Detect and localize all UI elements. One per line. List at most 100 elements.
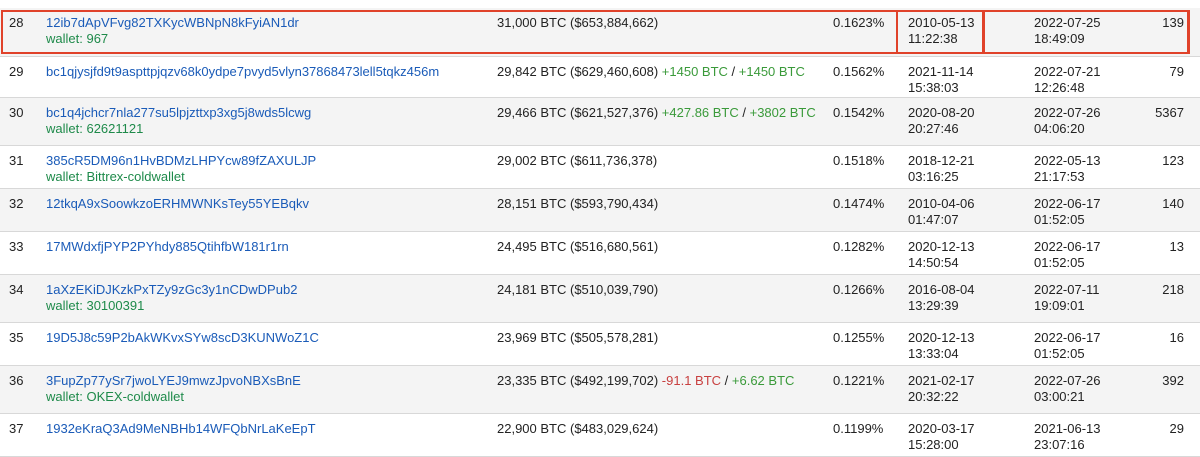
address-link[interactable]: 3FupZp77ySr7jwoLYEJ9mwzJpvoNBXsBnE xyxy=(46,373,301,388)
first-in-date: 2010-05-13 xyxy=(908,15,975,30)
percent-cell: 0.1542% xyxy=(833,105,885,120)
balance-cell: 31,000 BTC ($653,884,662) xyxy=(497,15,658,31)
rank-cell: 33 xyxy=(9,239,24,254)
last-in-date: 2022-06-17 xyxy=(1034,196,1101,211)
last-in-cell: 2022-07-25 18:49:09 xyxy=(1034,15,1101,47)
table-row: 34 1aXzEKiDJKzkPxTZy9zGc3y1nCDwDPub2 walle… xyxy=(0,275,1200,323)
rank-cell: 32 xyxy=(9,196,24,211)
last-in-time: 18:49:09 xyxy=(1034,31,1085,46)
table-row: 37 1932eKraQ3Ad9MeNBHb14WFQbNrLaKeEpT 22,9… xyxy=(0,414,1200,457)
address-cell: bc1qjysjfd9t9aspttpjqzv68k0ydpe7pvyd5vly… xyxy=(46,64,439,80)
balance-change-in: +6.62 BTC xyxy=(731,373,795,388)
rank-cell: 30 xyxy=(9,105,24,120)
last-in-time: 21:17:53 xyxy=(1034,169,1085,184)
balance-cell: 28,151 BTC ($593,790,434) xyxy=(497,196,658,212)
last-in-cell: 2022-07-11 19:09:01 xyxy=(1034,282,1100,314)
balance-value: 24,181 BTC ($510,039,790) xyxy=(497,282,659,297)
rank-cell: 31 xyxy=(9,153,24,168)
address-cell: 17MWdxfjPYP2PYhdy885QtihfbW181r1rn xyxy=(46,239,289,255)
balance-cell: 29,466 BTC ($621,527,376) +427.86 BTC / … xyxy=(497,105,816,121)
balance-value: 22,900 BTC ($483,029,624) xyxy=(497,421,659,436)
balance-cell: 23,969 BTC ($505,578,281) xyxy=(497,330,658,346)
first-in-date: 2020-12-13 xyxy=(908,239,975,254)
last-in-cell: 2022-06-17 01:52:05 xyxy=(1034,196,1101,228)
first-in-time: 14:50:54 xyxy=(908,255,959,270)
ins-count-cell: 29 xyxy=(1169,421,1184,436)
address-link[interactable]: bc1qjysjfd9t9aspttpjqzv68k0ydpe7pvyd5vly… xyxy=(46,64,439,79)
balance-change-in: +3802 BTC xyxy=(749,105,816,120)
percent-cell: 0.1562% xyxy=(833,64,885,79)
address-link[interactable]: 19D5J8c59P2bAkWKvxSYw8scD3KUNWoZ1C xyxy=(46,330,319,345)
wallet-label: wallet: 62621121 xyxy=(46,121,144,136)
percent-cell: 0.1255% xyxy=(833,330,885,345)
address-cell: 385cR5DM96n1HvBDMzLHPYcw89fZAXULJP wallet… xyxy=(46,153,316,185)
balance-change-out: -91.1 BTC xyxy=(661,373,722,388)
address-link[interactable]: bc1q4jchcr7nla277su5lpjzttxp3xg5j8wds5lc… xyxy=(46,105,311,120)
first-in-time: 15:38:03 xyxy=(908,80,959,95)
balance-value: 24,495 BTC ($516,680,561) xyxy=(497,239,659,254)
ins-count-cell: 13 xyxy=(1169,239,1184,254)
balance-cell: 29,002 BTC ($611,736,378) xyxy=(497,153,657,169)
table-row: 32 12tkqA9xSoowkzoERHMWNKsTey55YEBqkv 28,1… xyxy=(0,189,1200,232)
address-link[interactable]: 12ib7dApVFvg82TXKycWBNpN8kFyiAN1dr xyxy=(46,15,299,30)
ins-count-cell: 79 xyxy=(1169,64,1184,79)
balance-cell: 22,900 BTC ($483,029,624) xyxy=(497,421,658,437)
wallet-label: wallet: 30100391 xyxy=(46,298,145,313)
last-in-date: 2022-07-26 xyxy=(1034,373,1101,388)
first-in-time: 20:27:46 xyxy=(908,121,959,136)
balance-change-out: +1450 BTC xyxy=(661,64,728,79)
percent-cell: 0.1266% xyxy=(833,282,885,297)
last-in-time: 01:52:05 xyxy=(1034,212,1085,227)
rank-cell: 29 xyxy=(9,64,24,79)
first-in-cell: 2010-04-06 01:47:07 xyxy=(908,196,975,228)
last-in-date: 2022-05-13 xyxy=(1034,153,1101,168)
wallet-label: wallet: OKEX-coldwallet xyxy=(46,389,184,404)
address-link[interactable]: 1aXzEKiDJKzkPxTZy9zGc3y1nCDwDPub2 xyxy=(46,282,297,297)
first-in-cell: 2020-12-13 14:50:54 xyxy=(908,239,975,271)
address-link[interactable]: 17MWdxfjPYP2PYhdy885QtihfbW181r1rn xyxy=(46,239,289,254)
address-cell: 12tkqA9xSoowkzoERHMWNKsTey55YEBqkv xyxy=(46,196,309,212)
ins-count-cell: 5367 xyxy=(1155,105,1184,120)
address-cell: 1932eKraQ3Ad9MeNBHb14WFQbNrLaKeEpT xyxy=(46,421,316,437)
table-row: 29 bc1qjysjfd9t9aspttpjqzv68k0ydpe7pvyd5v… xyxy=(0,57,1200,98)
last-in-time: 12:26:48 xyxy=(1034,80,1085,95)
percent-cell: 0.1623% xyxy=(833,15,885,30)
balance-change-out: +427.86 BTC xyxy=(661,105,739,120)
address-cell: 1aXzEKiDJKzkPxTZy9zGc3y1nCDwDPub2 wallet:… xyxy=(46,282,297,314)
table-row: 28 12ib7dApVFvg82TXKycWBNpN8kFyiAN1dr wall… xyxy=(0,8,1200,57)
last-in-date: 2022-07-25 xyxy=(1034,15,1101,30)
balance-value: 29,466 BTC ($621,527,376) xyxy=(497,105,659,120)
first-in-cell: 2021-02-17 20:32:22 xyxy=(908,373,975,405)
first-in-cell: 2020-08-20 20:27:46 xyxy=(908,105,975,137)
address-link[interactable]: 385cR5DM96n1HvBDMzLHPYcw89fZAXULJP xyxy=(46,153,316,168)
first-in-date: 2010-04-06 xyxy=(908,196,975,211)
percent-cell: 0.1282% xyxy=(833,239,885,254)
first-in-date: 2020-12-13 xyxy=(908,330,975,345)
balance-value: 31,000 BTC ($653,884,662) xyxy=(497,15,659,30)
balance-value: 29,842 BTC ($629,460,608) xyxy=(497,64,659,79)
first-in-time: 03:16:25 xyxy=(908,169,959,184)
first-in-cell: 2020-03-17 15:28:00 xyxy=(908,421,975,453)
rank-cell: 36 xyxy=(9,373,24,388)
balance-cell: 23,335 BTC ($492,199,702) -91.1 BTC / +6… xyxy=(497,373,794,389)
first-in-time: 13:29:39 xyxy=(908,298,959,313)
address-link[interactable]: 1932eKraQ3Ad9MeNBHb14WFQbNrLaKeEpT xyxy=(46,421,316,436)
address-cell: 19D5J8c59P2bAkWKvxSYw8scD3KUNWoZ1C xyxy=(46,330,319,346)
table-row: 35 19D5J8c59P2bAkWKvxSYw8scD3KUNWoZ1C 23,9… xyxy=(0,323,1200,366)
first-in-cell: 2020-12-13 13:33:04 xyxy=(908,330,975,362)
last-in-time: 04:06:20 xyxy=(1034,121,1085,136)
last-in-time: 01:52:05 xyxy=(1034,346,1085,361)
address-link[interactable]: 12tkqA9xSoowkzoERHMWNKsTey55YEBqkv xyxy=(46,196,309,211)
rank-cell: 34 xyxy=(9,282,24,297)
last-in-date: 2022-07-11 xyxy=(1034,282,1100,297)
table-row: 30 bc1q4jchcr7nla277su5lpjzttxp3xg5j8wds5… xyxy=(0,98,1200,146)
balance-cell: 24,181 BTC ($510,039,790) xyxy=(497,282,658,298)
last-in-cell: 2022-05-13 21:17:53 xyxy=(1034,153,1101,185)
last-in-date: 2021-06-13 xyxy=(1034,421,1101,436)
table-row: 33 17MWdxfjPYP2PYhdy885QtihfbW181r1rn 24,4… xyxy=(0,232,1200,275)
first-in-date: 2016-08-04 xyxy=(908,282,975,297)
wallet-label: wallet: 967 xyxy=(46,31,109,46)
first-in-date: 2018-12-21 xyxy=(908,153,975,168)
first-in-time: 20:32:22 xyxy=(908,389,959,404)
balance-value: 29,002 BTC ($611,736,378) xyxy=(497,153,658,168)
